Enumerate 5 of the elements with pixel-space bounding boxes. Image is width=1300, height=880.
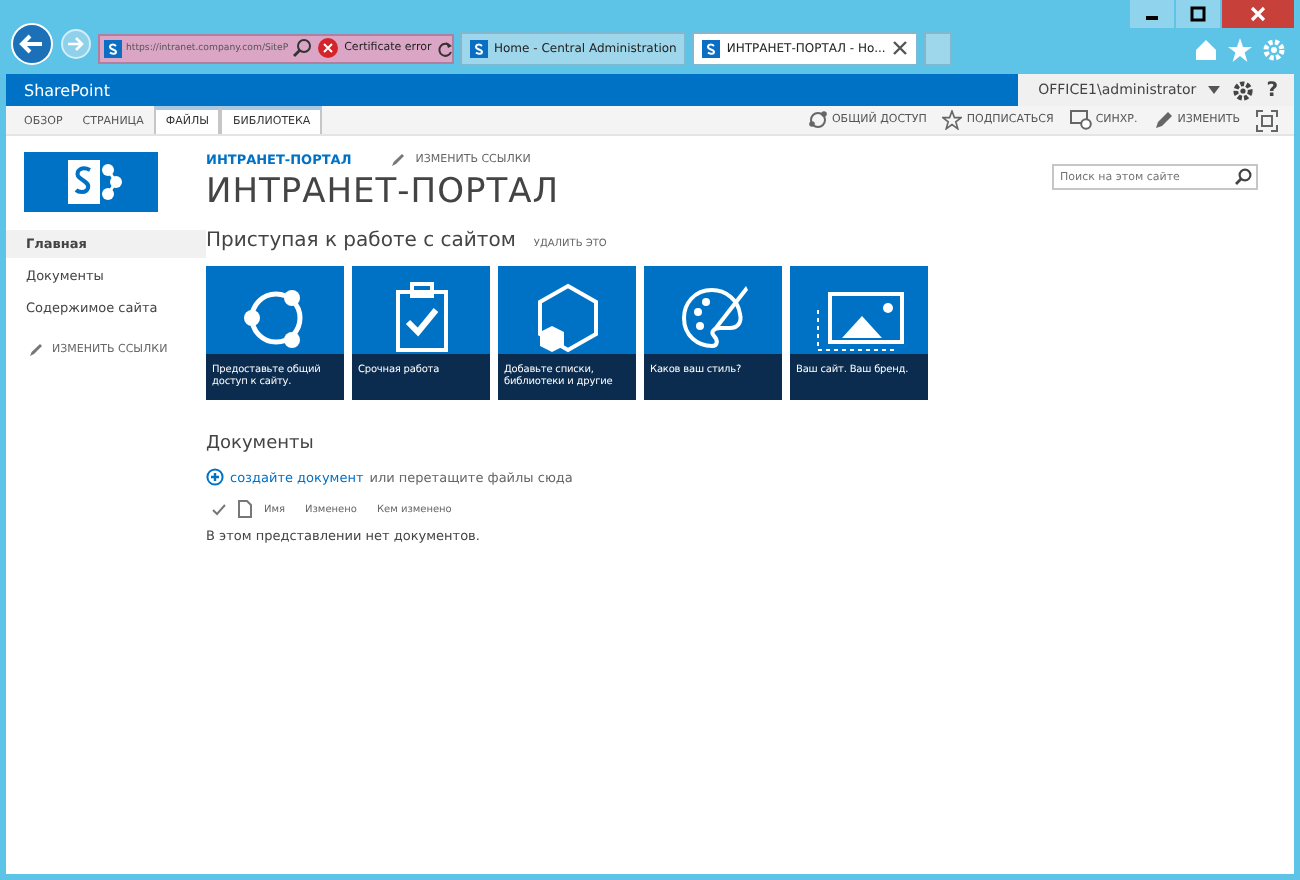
brand-name[interactable]: SharePoint xyxy=(6,81,110,99)
section-heading: Документы xyxy=(206,434,316,454)
site-title: ИНТРАНЕТ-ПОРТАЛ xyxy=(206,172,560,212)
section-heading: Приступая к работе с сайтом xyxy=(206,230,516,252)
help-button[interactable]: ? xyxy=(1266,79,1278,101)
